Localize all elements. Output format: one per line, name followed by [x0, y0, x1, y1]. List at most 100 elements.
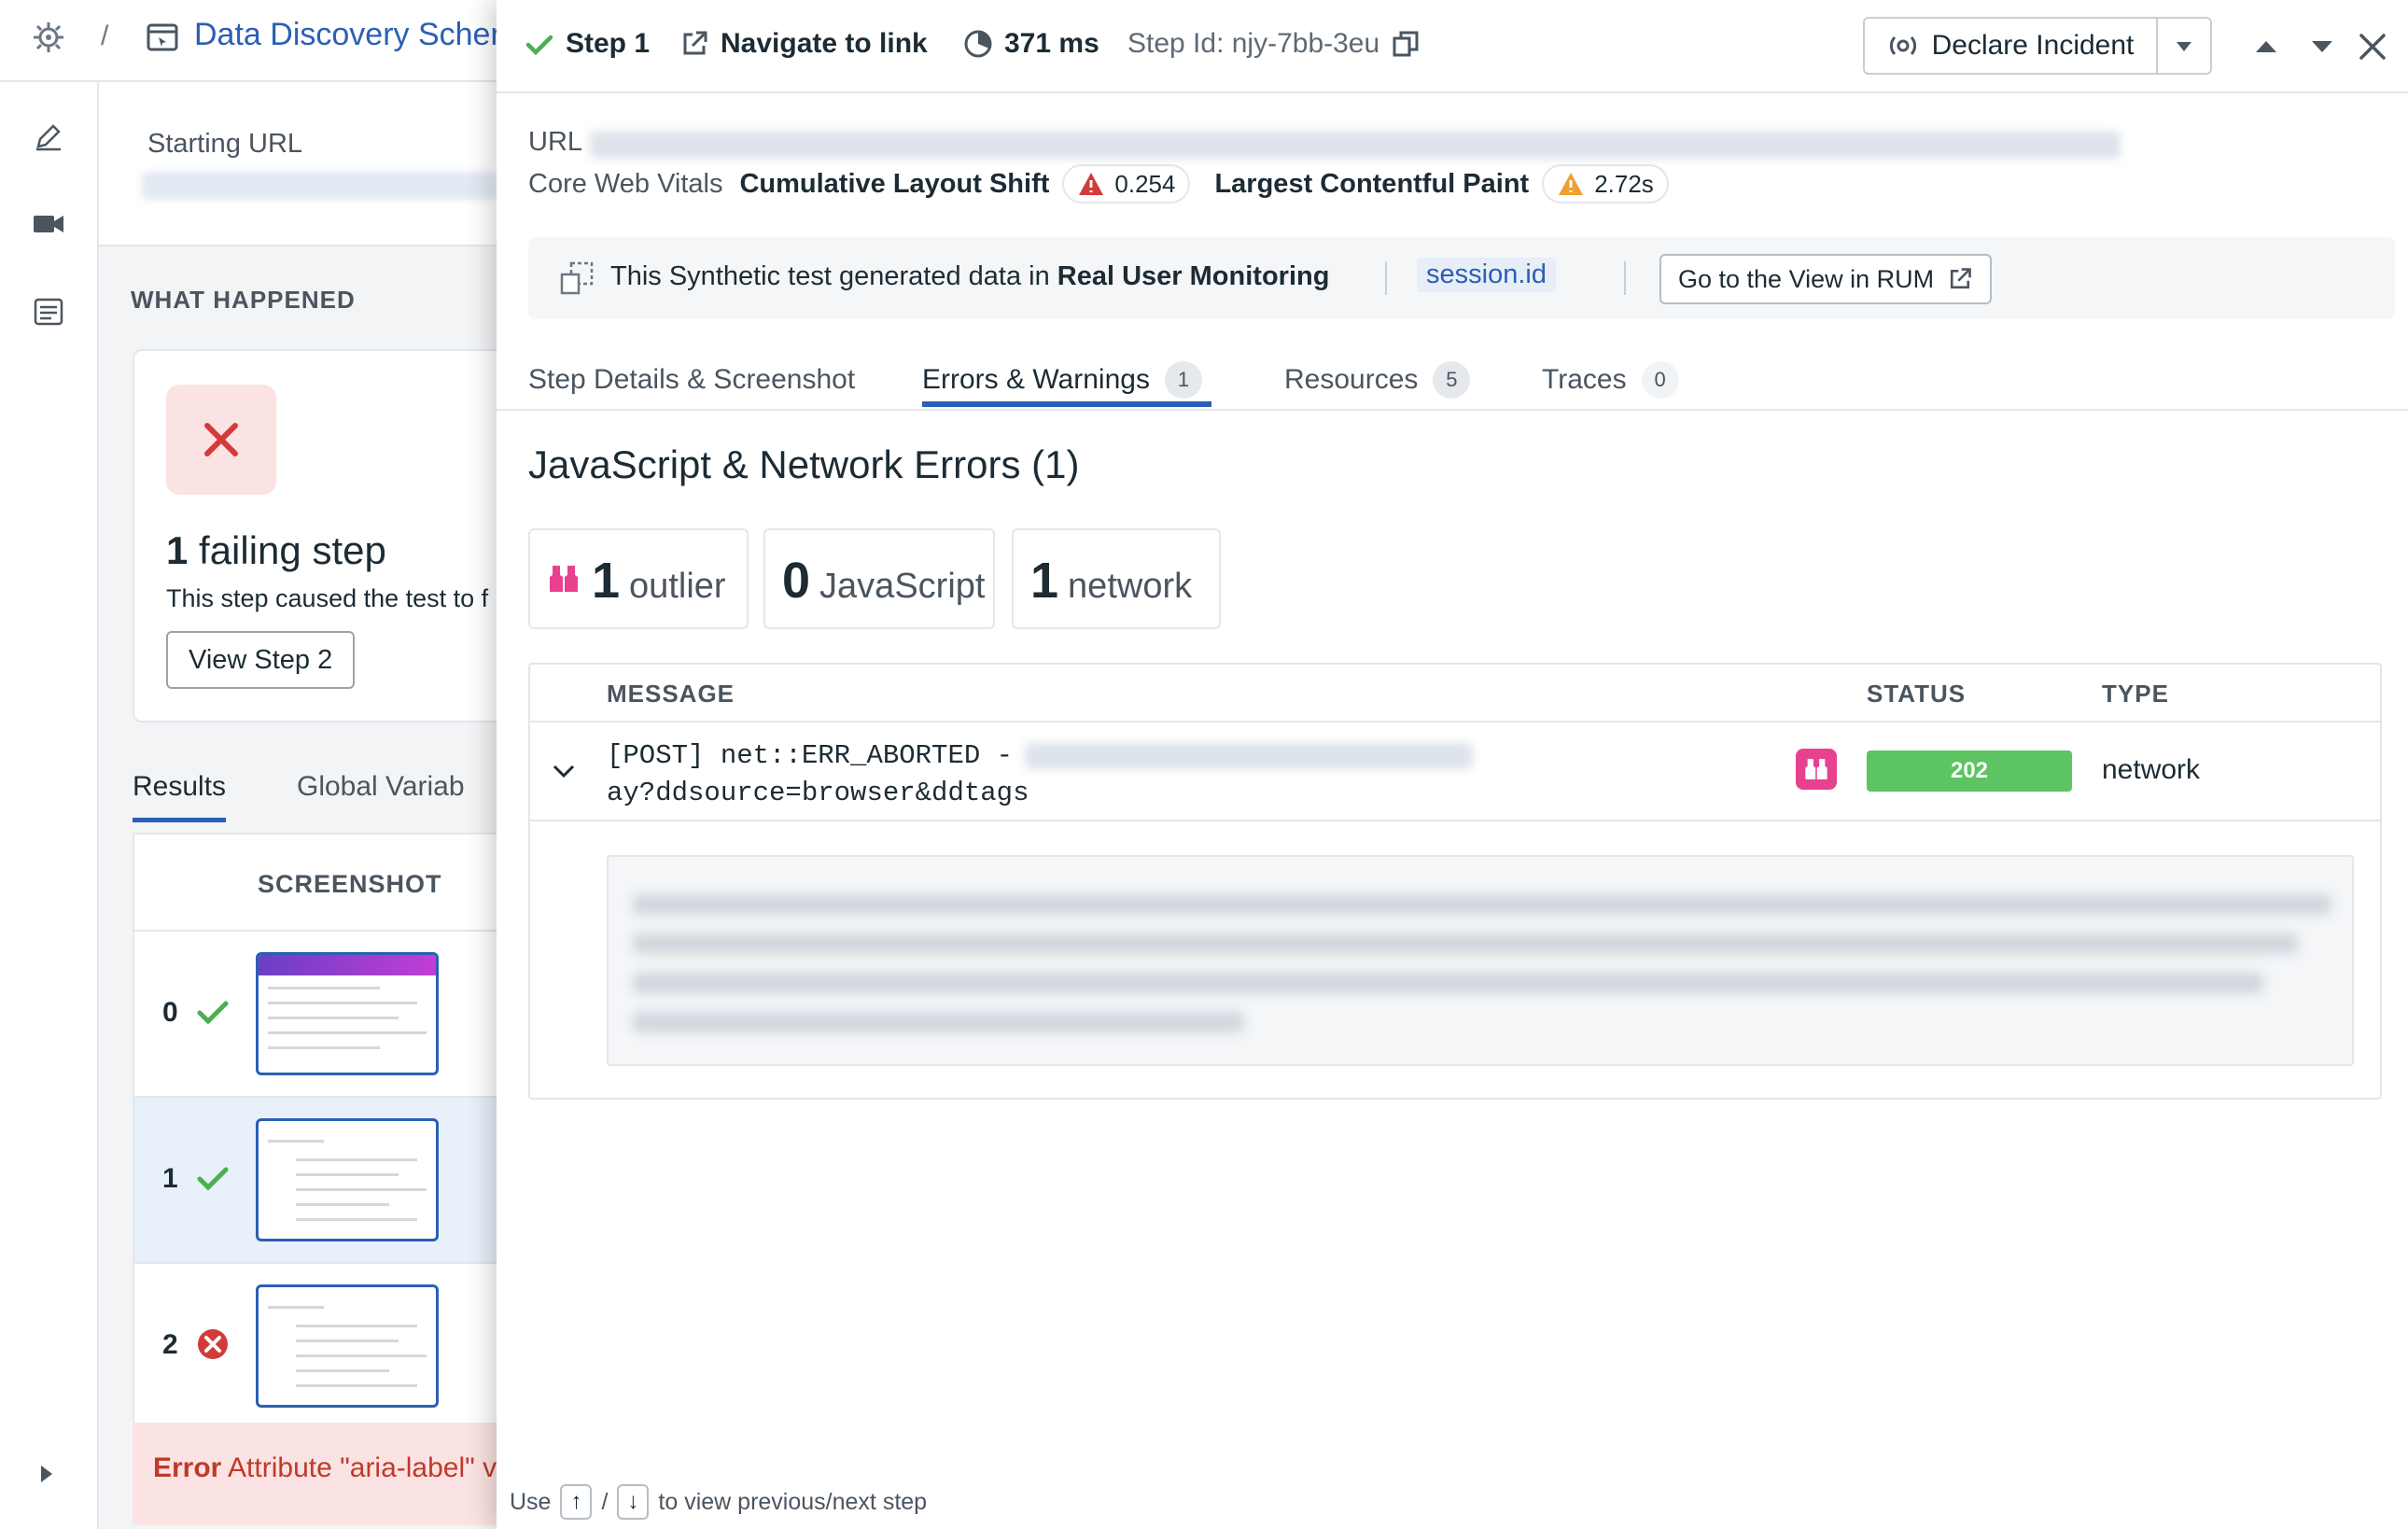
- warning-red-icon: [1079, 173, 1104, 195]
- external-link-icon: [683, 31, 707, 55]
- step-status: Step 1: [525, 28, 650, 60]
- clock-pie-icon: [964, 30, 992, 58]
- outlier-summary-card[interactable]: 1 outlier: [528, 528, 749, 629]
- go-to-rum-button[interactable]: Go to the View in RUM: [1659, 254, 1993, 304]
- error-banner-text: Error Attribute "aria-label" v: [153, 1452, 497, 1483]
- cls-value: 0.254: [1114, 169, 1176, 198]
- traces-count-badge: 0: [1641, 361, 1679, 399]
- lcp-pill[interactable]: 2.72s: [1542, 164, 1669, 203]
- declare-incident-dropdown[interactable]: [2156, 17, 2212, 75]
- check-icon: [194, 993, 231, 1031]
- error-message-line2: ay?ddsource=browser&ddtags: [607, 778, 1029, 808]
- lcp-label: Largest Contentful Paint: [1214, 168, 1530, 199]
- binoculars-icon: [550, 566, 578, 592]
- outlier-count: 1: [592, 553, 621, 609]
- screenshot-column-header: SCREENSHOT: [258, 870, 442, 898]
- type-column-header[interactable]: TYPE: [2102, 680, 2169, 708]
- arrow-up-key: ↑: [560, 1484, 593, 1520]
- divider: [1624, 261, 1626, 295]
- message-column-header[interactable]: MESSAGE: [607, 680, 735, 708]
- tab-resources[interactable]: Resources 5: [1284, 357, 1471, 403]
- edit-icon[interactable]: [30, 118, 67, 155]
- previous-step-icon[interactable]: [2247, 28, 2285, 65]
- javascript-summary-card[interactable]: 0 JavaScript: [763, 528, 995, 629]
- error-type: network: [2102, 754, 2201, 785]
- step-number: 2: [162, 1329, 178, 1360]
- left-rail: [0, 82, 99, 1529]
- session-id-link[interactable]: session.id: [1417, 258, 1556, 292]
- keyboard-hint: Use ↑ / ↓ to view previous/next step: [510, 1484, 927, 1520]
- browser-test-icon: [146, 21, 179, 54]
- outlier-label: outlier: [629, 567, 726, 606]
- warning-orange-icon: [1559, 173, 1584, 195]
- error-message: [POST] net::ERR_ABORTED - ay?ddsource=br…: [607, 737, 1029, 812]
- result-tabs: Results Global Variab: [133, 771, 523, 825]
- datadog-logo-icon[interactable]: [30, 19, 67, 56]
- javascript-count: 0: [782, 553, 811, 609]
- step-duration: 371 ms: [963, 28, 1099, 60]
- expand-arrow-icon[interactable]: [35, 1460, 58, 1488]
- active-tab-indicator: [922, 401, 1211, 407]
- test-result-page: Starting URL WHAT HAPPENED 1 failing ste…: [99, 82, 523, 1529]
- action-label: Navigate to link: [721, 28, 928, 59]
- close-icon[interactable]: [2354, 28, 2391, 65]
- go-to-rum-label: Go to the View in RUM: [1678, 264, 1935, 293]
- error-circle-icon: [194, 1326, 231, 1363]
- core-web-vitals: Core Web Vitals Cumulative Layout Shift …: [528, 164, 1693, 203]
- step-screenshot-thumbnail[interactable]: [256, 1118, 439, 1241]
- chevron-down-icon[interactable]: [547, 754, 581, 788]
- table-row[interactable]: 0: [134, 932, 523, 1098]
- tab-step-details[interactable]: Step Details & Screenshot: [528, 357, 855, 403]
- check-icon: [194, 1159, 231, 1197]
- tab-traces[interactable]: Traces 0: [1542, 357, 1679, 403]
- fail-x-icon: [166, 385, 276, 495]
- table-row[interactable]: 1: [134, 1098, 523, 1264]
- declare-incident-button[interactable]: Declare Incident: [1863, 17, 2158, 75]
- step-action: Navigate to link: [679, 28, 928, 60]
- step-screenshot-thumbnail[interactable]: [256, 952, 439, 1075]
- next-step-icon[interactable]: [2303, 28, 2341, 65]
- javascript-label: JavaScript: [819, 567, 986, 606]
- tab-global-variables[interactable]: Global Variab: [297, 771, 465, 818]
- status-column-header[interactable]: STATUS: [1867, 680, 1966, 708]
- tab-errors-warnings[interactable]: Errors & Warnings 1: [922, 357, 1202, 403]
- table-row[interactable]: [POST] net::ERR_ABORTED - ay?ddsource=br…: [530, 722, 2380, 821]
- view-step-button[interactable]: View Step 2: [166, 631, 356, 689]
- resources-count-badge: 5: [1433, 361, 1471, 399]
- error-detail-box: [607, 855, 2354, 1066]
- duration-value: 371 ms: [1004, 28, 1099, 59]
- table-row[interactable]: 2: [134, 1264, 523, 1430]
- divider: [1385, 261, 1387, 295]
- errors-table: MESSAGE STATUS TYPE [POST] net::ERR_ABOR…: [528, 663, 2382, 1100]
- panel-tabs: Step Details & Screenshot Errors & Warni…: [497, 349, 2408, 411]
- step-number: 1: [162, 1163, 178, 1194]
- declare-incident-label: Declare Incident: [1931, 30, 2135, 61]
- video-icon[interactable]: [30, 205, 67, 243]
- url-label: URL: [528, 127, 583, 157]
- results-table-header: SCREENSHOT: [134, 835, 523, 932]
- step-screenshot-thumbnail[interactable]: [256, 1284, 439, 1408]
- error-url-redacted: [1025, 743, 1473, 769]
- step-label: Step 1: [566, 28, 651, 59]
- rum-banner: This Synthetic test generated data in Re…: [528, 237, 2395, 319]
- tab-results[interactable]: Results: [133, 771, 227, 822]
- binoculars-icon: [1796, 749, 1837, 790]
- list-icon[interactable]: [30, 293, 67, 330]
- cls-pill[interactable]: 0.254: [1062, 164, 1191, 203]
- starting-url-redacted: [142, 172, 497, 200]
- copy-icon[interactable]: [1391, 29, 1421, 59]
- breadcrumb-separator: /: [101, 21, 109, 51]
- network-count: 1: [1030, 553, 1059, 609]
- error-detail-redacted: [633, 894, 2331, 1034]
- rum-banner-text: This Synthetic test generated data in Re…: [610, 261, 1330, 291]
- cwv-label: Core Web Vitals: [528, 168, 723, 199]
- network-label: network: [1068, 567, 1193, 606]
- errors-table-header: MESSAGE STATUS TYPE: [530, 665, 2380, 722]
- network-summary-card[interactable]: 1 network: [1012, 528, 1221, 629]
- failing-step-card: 1 failing step This step caused the test…: [133, 349, 523, 722]
- breadcrumb-title[interactable]: Data Discovery Scher: [194, 17, 501, 53]
- caret-down-icon: [2177, 42, 2191, 51]
- starting-url-box: Starting URL: [99, 82, 523, 246]
- section-title: JavaScript & Network Errors (1): [528, 442, 1080, 486]
- what-happened-label: WHAT HAPPENED: [131, 286, 356, 314]
